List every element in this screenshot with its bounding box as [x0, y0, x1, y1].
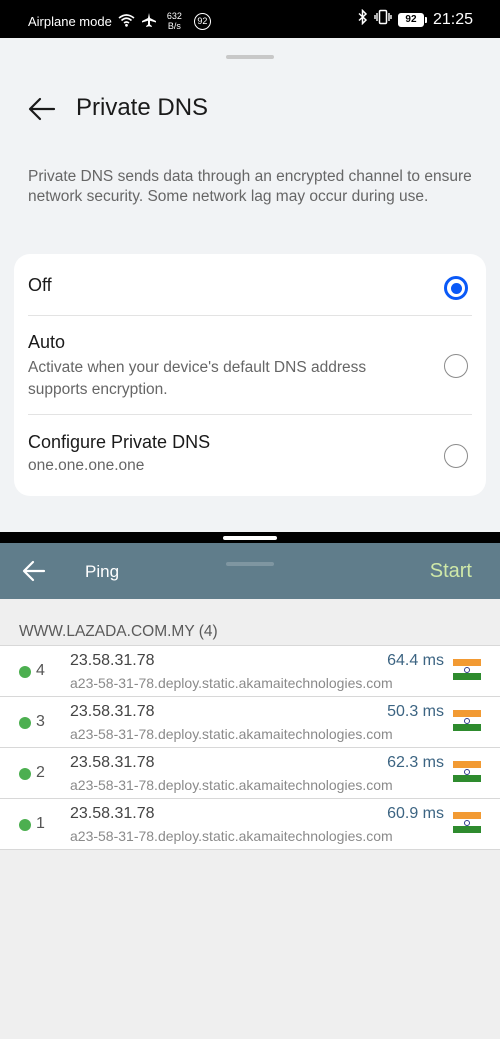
page-description: Private DNS sends data through an encryp…: [28, 168, 472, 205]
clock: 21:25: [432, 10, 473, 28]
option-title: Off: [28, 275, 52, 295]
app-title: Ping: [85, 562, 120, 581]
ping-back-button[interactable]: [22, 560, 46, 582]
option-subtitle: one.one.one.one: [28, 457, 145, 474]
response-time: 50.3 ms: [387, 703, 444, 720]
response-time: 64.4 ms: [387, 652, 444, 669]
network-speed: 632 B/s: [167, 11, 182, 31]
notification-count-badge: 92: [193, 12, 211, 30]
india-flag-icon: [453, 659, 481, 680]
status-dot: [19, 819, 31, 831]
split-screen-divider[interactable]: [0, 532, 500, 543]
resolved-host: a23-58-31-78.deploy.static.akamaitechnol…: [70, 675, 393, 691]
page-title: Private DNS: [76, 94, 209, 121]
status-dot: [19, 768, 31, 780]
sequence-number: 4: [36, 662, 45, 679]
network-speed-value: 632: [166, 11, 182, 21]
radio-auto[interactable]: [444, 354, 468, 378]
vibrate-icon: [374, 9, 392, 30]
response-time: 62.3 ms: [387, 754, 444, 771]
back-arrow-icon: [28, 97, 56, 121]
back-arrow-icon: [22, 560, 46, 582]
sequence-number: 2: [36, 764, 45, 781]
ip-address: 23.58.31.78: [70, 703, 155, 720]
start-button[interactable]: Start: [430, 560, 472, 583]
divider: [28, 315, 472, 316]
radio-configure[interactable]: [444, 444, 468, 468]
resolved-host: a23-58-31-78.deploy.static.akamaitechnol…: [70, 777, 393, 793]
option-title: Auto: [28, 332, 66, 352]
airplane-mode-label: Airplane mode: [28, 13, 112, 29]
window-drag-handle[interactable]: [226, 55, 274, 59]
sequence-number: 3: [36, 713, 45, 730]
ping-app-pane: Ping Start WWW.LAZADA.COM.MY (4) 4 23.58…: [0, 543, 500, 1039]
window-drag-handle[interactable]: [226, 562, 274, 566]
resolved-host: a23-58-31-78.deploy.static.akamaitechnol…: [70, 828, 393, 844]
ping-result-row[interactable]: 1 23.58.31.78 a23-58-31-78.deploy.static…: [0, 799, 500, 850]
back-button[interactable]: [28, 96, 56, 122]
dns-option-auto[interactable]: Auto Activate when your device's default…: [28, 332, 472, 401]
ip-address: 23.58.31.78: [70, 754, 155, 771]
bluetooth-icon: [358, 8, 368, 30]
battery-icon: 92: [397, 12, 427, 27]
divider: [28, 414, 472, 415]
option-title: Configure Private DNS: [28, 432, 211, 452]
ip-address: 23.58.31.78: [70, 652, 155, 669]
ping-results-list: 4 23.58.31.78 a23-58-31-78.deploy.static…: [0, 645, 500, 850]
host-header: WWW.LAZADA.COM.MY (4): [19, 623, 218, 640]
airplane-icon: [141, 12, 157, 31]
app-bar: Ping Start: [0, 543, 500, 599]
status-dot: [19, 666, 31, 678]
dns-option-configure[interactable]: Configure Private DNS one.one.one.one: [28, 432, 472, 477]
ping-result-row[interactable]: 4 23.58.31.78 a23-58-31-78.deploy.static…: [0, 646, 500, 697]
india-flag-icon: [453, 812, 481, 833]
status-bar-left: Airplane mode 632 B/s 92: [28, 11, 211, 31]
ping-result-row[interactable]: 2 23.58.31.78 a23-58-31-78.deploy.static…: [0, 748, 500, 799]
wifi-icon: [118, 13, 135, 30]
radio-off-selected[interactable]: [444, 276, 468, 300]
dns-option-off[interactable]: Off: [28, 275, 472, 300]
sequence-number: 1: [36, 815, 45, 832]
dns-options-card: Off Auto Activate when your device's def…: [14, 254, 486, 496]
india-flag-icon: [453, 761, 481, 782]
network-speed-unit: B/s: [167, 21, 181, 31]
ping-result-row[interactable]: 3 23.58.31.78 a23-58-31-78.deploy.static…: [0, 697, 500, 748]
india-flag-icon: [453, 710, 481, 731]
status-bar: Airplane mode 632 B/s 92 92 21:25: [0, 0, 500, 38]
split-screen-handle[interactable]: [223, 536, 277, 540]
private-dns-settings-pane: Private DNS Private DNS sends data throu…: [0, 38, 500, 532]
option-subtitle: Activate when your device's default DNS …: [28, 359, 367, 398]
battery-level: 92: [397, 12, 424, 27]
response-time: 60.9 ms: [387, 805, 444, 822]
ip-address: 23.58.31.78: [70, 805, 155, 822]
status-dot: [19, 717, 31, 729]
status-bar-right: 92 21:25: [358, 8, 473, 30]
resolved-host: a23-58-31-78.deploy.static.akamaitechnol…: [70, 726, 393, 742]
